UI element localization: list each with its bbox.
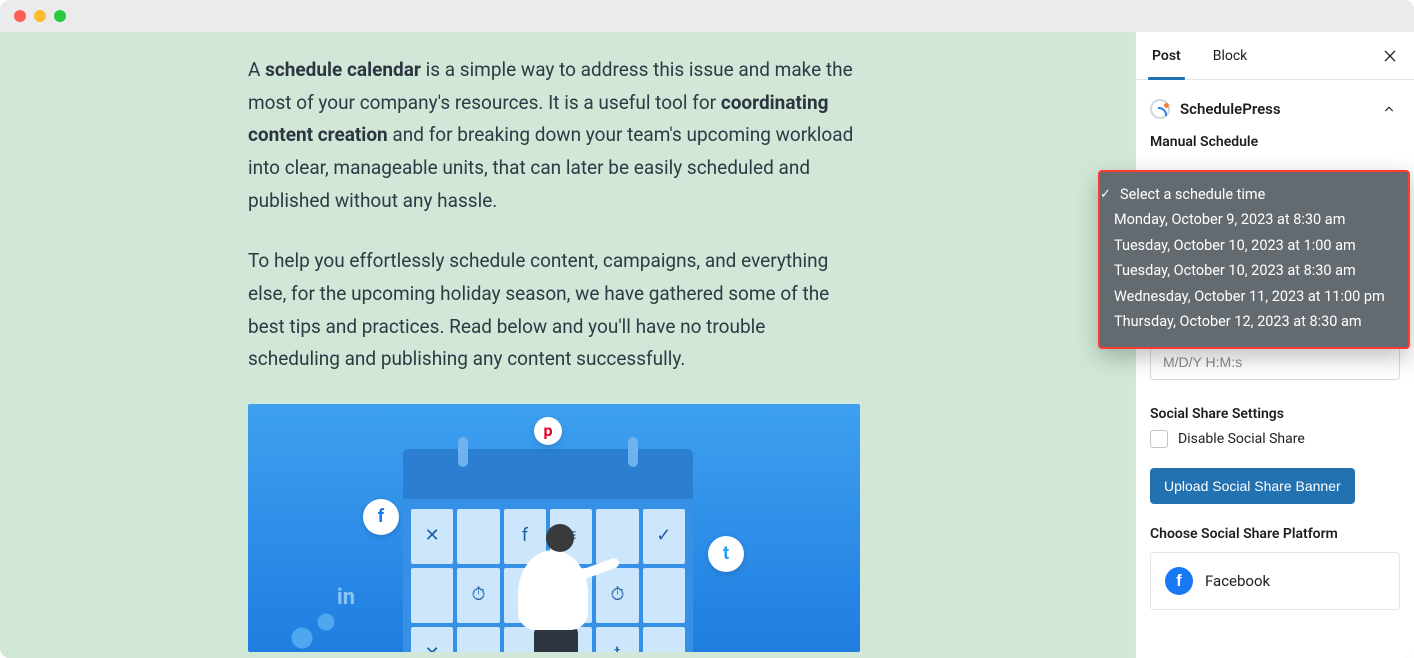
text-run: A [248, 58, 265, 81]
disable-social-share-label: Disable Social Share [1178, 431, 1305, 447]
window-titlebar [0, 0, 1414, 32]
close-sidebar-button[interactable] [1378, 44, 1402, 68]
app-window: A schedule calendar is a simple way to a… [0, 0, 1414, 658]
panel-header[interactable]: SchedulePress [1150, 98, 1400, 120]
disable-social-share-checkbox[interactable] [1150, 430, 1168, 448]
chevron-up-icon [1382, 102, 1396, 116]
dropdown-option[interactable]: Monday, October 9, 2023 at 8:30 am [1114, 207, 1394, 232]
tab-post[interactable]: Post [1136, 32, 1197, 79]
pinterest-icon: p [534, 417, 562, 445]
schedulepress-icon [1150, 99, 1170, 119]
minimize-window-button[interactable] [34, 10, 46, 22]
post-paragraph[interactable]: To help you effortlessly schedule conten… [248, 245, 860, 376]
post-paragraph[interactable]: A schedule calendar is a simple way to a… [248, 54, 860, 217]
dropdown-option[interactable]: Tuesday, October 10, 2023 at 1:00 am [1114, 233, 1394, 258]
choose-platform-label: Choose Social Share Platform [1150, 526, 1400, 542]
post-content[interactable]: A schedule calendar is a simple way to a… [248, 54, 860, 652]
disable-social-share-row[interactable]: Disable Social Share [1150, 430, 1400, 448]
schedule-time-dropdown[interactable]: Select a schedule time Monday, October 9… [1098, 170, 1410, 349]
platform-facebook-card[interactable]: f Facebook [1150, 552, 1400, 610]
twitter-icon: t [708, 536, 744, 572]
platform-facebook-label: Facebook [1205, 572, 1270, 590]
panel-title: SchedulePress [1180, 100, 1281, 118]
schedulepress-panel: SchedulePress Manual Schedule Republish … [1136, 80, 1414, 634]
plants-illustration [278, 582, 358, 652]
close-window-button[interactable] [14, 10, 26, 22]
zoom-window-button[interactable] [54, 10, 66, 22]
dropdown-option[interactable]: Wednesday, October 11, 2023 at 11:00 pm [1114, 284, 1394, 309]
panel-collapse-button[interactable] [1378, 98, 1400, 120]
manual-schedule-label: Manual Schedule [1150, 134, 1400, 150]
editor-workspace: A schedule calendar is a simple way to a… [0, 32, 1414, 658]
editor-content-column: A schedule calendar is a simple way to a… [0, 32, 1135, 658]
sidebar-tabs: Post Block [1136, 32, 1414, 80]
dropdown-option[interactable]: Tuesday, October 10, 2023 at 8:30 am [1114, 258, 1394, 283]
tab-block[interactable]: Block [1197, 32, 1264, 79]
dropdown-option[interactable]: Thursday, October 12, 2023 at 8:30 am [1114, 309, 1394, 334]
facebook-icon: f [1165, 567, 1193, 595]
text-strong: schedule calendar [265, 58, 421, 81]
person-illustration [498, 500, 618, 652]
window-traffic-lights [14, 10, 66, 22]
republish-input[interactable] [1150, 344, 1400, 380]
upload-social-share-banner-button[interactable]: Upload Social Share Banner [1150, 468, 1355, 504]
close-icon [1382, 48, 1398, 64]
social-share-settings-label: Social Share Settings [1150, 406, 1400, 422]
post-hero-image[interactable]: ✕f≡✓ ⏱⏱ ✕✓t p f t in [248, 404, 860, 652]
facebook-icon: f [363, 499, 399, 535]
dropdown-option-placeholder[interactable]: Select a schedule time [1114, 182, 1394, 207]
